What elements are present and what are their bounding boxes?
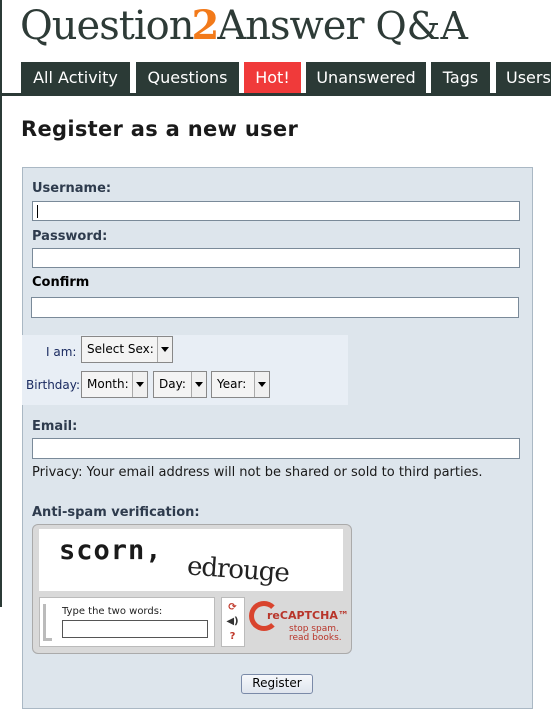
email-input[interactable]	[32, 438, 520, 459]
register-button[interactable]: Register	[241, 674, 313, 694]
captcha-response-input[interactable]	[62, 620, 208, 638]
recaptcha-widget: scorn, edrouge Type the two words: ⟳ ◀) …	[32, 524, 352, 654]
captcha-prompt: Type the two words:	[62, 606, 163, 617]
captcha-controls: ⟳ ◀) ?	[221, 597, 245, 647]
logo-suffix: Q&A	[375, 4, 468, 48]
password-input[interactable]	[32, 248, 520, 268]
tab-all-activity[interactable]: All Activity	[21, 62, 130, 93]
confirm-label: Confirm	[32, 275, 90, 290]
profile-extras: I am: Select Sex: Birthday: Month: Day: …	[22, 335, 348, 405]
tab-users[interactable]: Users	[496, 62, 551, 93]
tab-hot[interactable]: Hot!	[244, 62, 301, 93]
bracket-icon	[43, 604, 52, 641]
captcha-word-1: scorn,	[59, 535, 163, 566]
month-select[interactable]: Month:	[81, 371, 148, 398]
recaptcha-tagline-2: read books.	[289, 633, 342, 643]
captcha-image: scorn, edrouge	[39, 529, 343, 591]
recaptcha-logo: reCAPTCHA™ stop spam. read books.	[249, 599, 349, 643]
captcha-input-area: Type the two words:	[39, 597, 215, 647]
recaptcha-tagline: stop spam. read books.	[289, 625, 342, 643]
text-caret	[37, 205, 38, 218]
nav-rule	[0, 93, 551, 96]
logo-mark: 2	[191, 2, 220, 49]
chevron-down-icon	[157, 337, 172, 362]
tab-unanswered[interactable]: Unanswered	[306, 62, 426, 93]
email-label: Email:	[32, 419, 78, 434]
year-select[interactable]: Year:	[211, 371, 270, 398]
confirm-input[interactable]	[31, 297, 519, 318]
logo-word-question: Question	[20, 3, 194, 49]
day-select-value: Day:	[159, 377, 186, 391]
month-select-value: Month:	[87, 377, 129, 391]
refresh-icon[interactable]: ⟳	[225, 601, 240, 614]
logo-word-answer: Answer	[217, 3, 364, 49]
password-label: Password:	[32, 229, 108, 244]
privacy-note: Privacy: Your email address will not be …	[32, 465, 483, 480]
iam-label: I am:	[46, 345, 77, 359]
page-title: Register as a new user	[21, 117, 299, 141]
sex-select[interactable]: Select Sex:	[81, 336, 173, 363]
audio-icon[interactable]: ◀)	[225, 615, 240, 628]
recaptcha-brand: reCAPTCHA™	[267, 609, 349, 622]
help-icon[interactable]: ?	[225, 630, 240, 643]
tab-tags[interactable]: Tags	[431, 62, 490, 93]
chevron-down-icon	[191, 372, 206, 397]
site-logo[interactable]: Question 2 Answer Q&A	[20, 0, 468, 52]
username-label: Username:	[32, 181, 112, 196]
username-input[interactable]	[32, 201, 520, 221]
antispam-label: Anti-spam verification:	[32, 505, 200, 520]
main-nav: All Activity Questions Hot! Unanswered T…	[0, 62, 551, 96]
chevron-down-icon	[254, 372, 269, 397]
day-select[interactable]: Day:	[153, 371, 207, 398]
year-select-value: Year:	[217, 377, 247, 391]
captcha-word-2: edrouge	[186, 551, 290, 589]
tab-questions[interactable]: Questions	[136, 62, 239, 93]
sex-select-value: Select Sex:	[87, 342, 154, 356]
chevron-down-icon	[132, 372, 147, 397]
birthday-label: Birthday:	[26, 378, 81, 392]
